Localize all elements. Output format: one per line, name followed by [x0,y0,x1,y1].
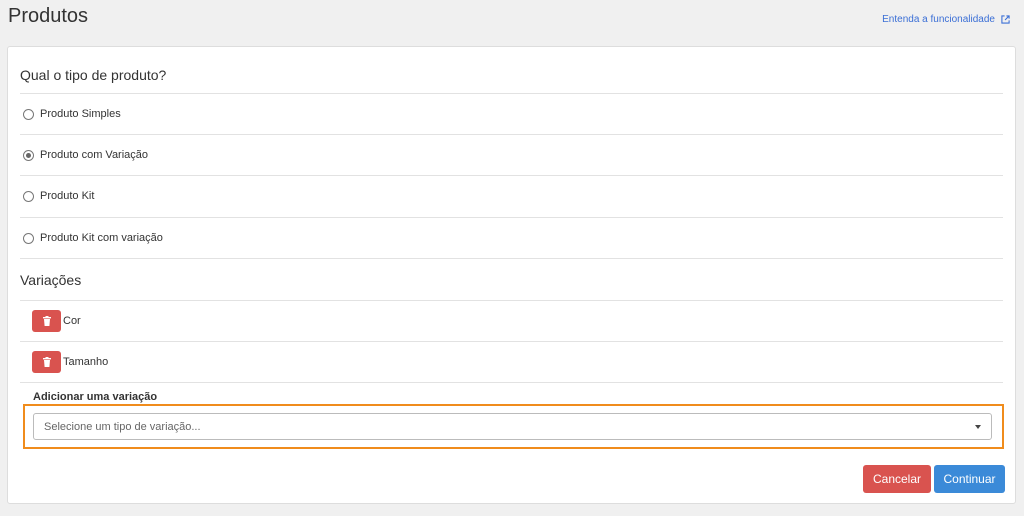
radio-label: Produto Kit com variação [40,232,163,244]
variation-type-select[interactable]: Selecione um tipo de variação... [33,413,992,440]
radio-button[interactable] [23,108,34,120]
variation-label: Cor [63,315,81,327]
continue-button[interactable]: Continuar [934,465,1005,493]
product-type-title: Qual o tipo de produto? [20,67,167,83]
radio-label: Produto Kit [40,190,95,202]
page-title: Produtos [8,5,89,27]
delete-variation-button[interactable] [32,310,61,332]
chevron-down-icon [975,424,981,429]
radio-option-produto-com-variacao[interactable]: Produto com Variação [20,134,1003,175]
radio-label: Produto com Variação [40,149,149,161]
radio-option-produto-kit-com-variacao[interactable]: Produto Kit com variação [20,217,1003,258]
help-link[interactable]: Entenda a funcionalidade [882,14,1010,25]
radio-button[interactable] [23,190,34,202]
variations-title: Variações [20,271,82,288]
radio-option-produto-simples[interactable]: Produto Simples [20,93,1003,134]
select-placeholder: Selecione um tipo de variação... [44,420,201,433]
delete-variation-button[interactable] [32,351,61,373]
external-link-icon [1001,15,1010,24]
radio-button-selected[interactable] [23,149,34,161]
help-link-label: Entenda a funcionalidade [882,14,995,25]
trash-icon [42,316,51,326]
radio-label: Produto Simples [40,108,121,120]
variation-label: Tamanho [63,356,109,368]
variation-item-cor: Cor [20,300,1003,341]
radio-option-produto-kit[interactable]: Produto Kit [20,175,1003,216]
variations-header-row: Variações [20,258,1003,300]
product-form-panel: Qual o tipo de produto? Produto Simples … [7,46,1016,504]
trash-icon [42,357,51,367]
add-variation-label: Adicionar uma variação [33,391,158,403]
radio-button[interactable] [23,232,34,244]
divider [20,382,1003,383]
cancel-button[interactable]: Cancelar [863,465,931,493]
variation-item-tamanho: Tamanho [20,341,1003,382]
